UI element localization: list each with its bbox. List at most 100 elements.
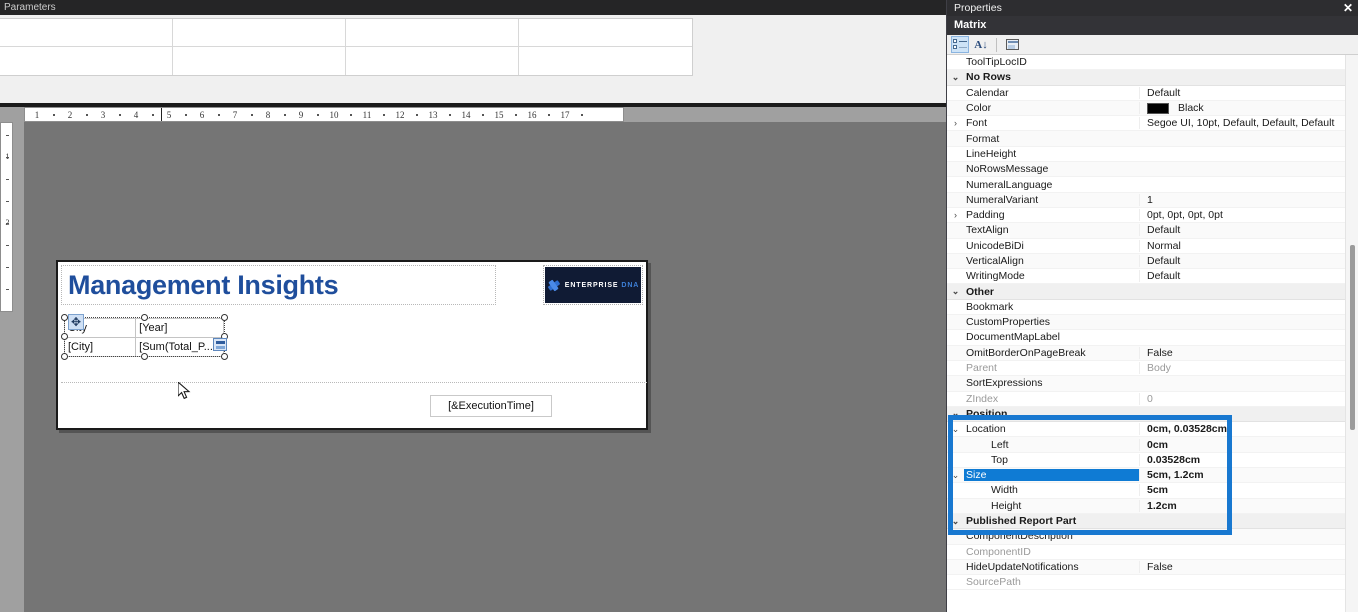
- property-value[interactable]: Normal: [1139, 239, 1358, 252]
- property-row-sortexpressions[interactable]: SortExpressions: [947, 376, 1358, 392]
- property-value[interactable]: Default: [1139, 255, 1358, 267]
- property-value[interactable]: Segoe UI, 10pt, Default, Default, Defaul…: [1139, 117, 1358, 130]
- property-row-sourcepath[interactable]: SourcePath: [947, 575, 1358, 591]
- parameter-cell[interactable]: [346, 47, 519, 75]
- expander-icon[interactable]: ⌄: [947, 424, 964, 434]
- cell-options-badge-icon[interactable]: [213, 338, 227, 351]
- property-row-color[interactable]: Color Black: [947, 100, 1358, 117]
- parameter-cell[interactable]: [519, 47, 692, 75]
- matrix-tablix[interactable]: City [Year] [City] [Sum(Total_P... ✥: [58, 312, 230, 400]
- property-value[interactable]: 5cm: [1139, 484, 1358, 497]
- parameter-cell[interactable]: [173, 19, 346, 47]
- property-row-numeralvariant[interactable]: NumeralVariant 1: [947, 192, 1358, 208]
- property-row-font[interactable]: › Font Segoe UI, 10pt, Default, Default, D…: [947, 116, 1358, 132]
- property-row-calendar[interactable]: Calendar Default: [947, 85, 1358, 101]
- resize-handle-s[interactable]: [141, 353, 148, 360]
- expander-icon[interactable]: ›: [947, 118, 964, 128]
- property-row-omitborderonpagebreak[interactable]: OmitBorderOnPageBreak False: [947, 345, 1358, 361]
- property-row-componentdescription[interactable]: ComponentDescription: [947, 529, 1358, 545]
- property-row-size[interactable]: ⌄ Size 5cm, 1.2cm: [947, 468, 1358, 484]
- property-value[interactable]: 5cm, 1.2cm: [1139, 469, 1358, 482]
- properties-scrollbar[interactable]: [1345, 55, 1358, 612]
- expander-icon[interactable]: ›: [947, 210, 964, 220]
- property-row-parent[interactable]: Parent Body: [947, 360, 1358, 377]
- property-row-unicodebidi[interactable]: UnicodeBiDi Normal: [947, 238, 1358, 254]
- property-category-position[interactable]: ⌄ Position: [947, 406, 1358, 423]
- property-value[interactable]: False: [1139, 346, 1358, 359]
- expander-icon[interactable]: ⌄: [947, 409, 964, 418]
- property-category-published-report-part[interactable]: ⌄ Published Report Part: [947, 513, 1358, 530]
- resize-handle-n[interactable]: [141, 314, 148, 321]
- matrix-move-handle-icon[interactable]: ✥: [68, 314, 84, 330]
- horizontal-ruler[interactable]: 1 2 3 4 5 6 7 8 9 10 11 12 13 14 15 16 17: [24, 107, 624, 122]
- property-value[interactable]: Black: [1139, 102, 1358, 115]
- property-value[interactable]: 0cm: [1139, 438, 1358, 451]
- property-row-zindex[interactable]: ZIndex 0: [947, 391, 1358, 407]
- parameter-cell[interactable]: [173, 47, 346, 75]
- property-value[interactable]: Default: [1139, 270, 1358, 283]
- expander-icon[interactable]: ⌄: [947, 287, 964, 296]
- property-row-padding[interactable]: › Padding 0pt, 0pt, 0pt, 0pt: [947, 207, 1358, 224]
- property-row-height[interactable]: Height 1.2cm: [947, 498, 1358, 514]
- execution-time-textbox[interactable]: [&ExecutionTime]: [430, 395, 552, 417]
- matrix-cell-rowgroup[interactable]: [City]: [63, 337, 137, 357]
- property-value[interactable]: Default: [1139, 224, 1358, 237]
- property-category-other[interactable]: ⌄ Other: [947, 284, 1358, 300]
- property-row-verticalalign[interactable]: VerticalAlign Default: [947, 253, 1358, 270]
- property-row-customproperties[interactable]: CustomProperties: [947, 315, 1358, 331]
- resize-handle-se[interactable]: [221, 353, 228, 360]
- property-row-writingmode[interactable]: WritingMode Default: [947, 269, 1358, 285]
- property-row-componentid[interactable]: ComponentID: [947, 544, 1358, 560]
- alphabetical-sort-button[interactable]: A↓: [972, 36, 990, 53]
- property-row-textalign[interactable]: TextAlign Default: [947, 223, 1358, 239]
- parameter-cell[interactable]: [346, 19, 519, 47]
- parameter-cell[interactable]: [519, 19, 692, 47]
- resize-handle-nw[interactable]: [61, 314, 68, 321]
- categorized-view-button[interactable]: [951, 36, 969, 53]
- property-row-numerallanguage[interactable]: NumeralLanguage: [947, 177, 1358, 193]
- property-row-left[interactable]: Left 0cm: [947, 437, 1358, 453]
- property-pages-button[interactable]: [1003, 36, 1021, 53]
- property-value[interactable]: 0: [1139, 392, 1358, 405]
- ruler-tick-6: 6: [199, 110, 205, 120]
- report-body-surface[interactable]: Management Insights ENTERPRISE DNA [Year…: [56, 260, 648, 430]
- property-value[interactable]: Body: [1139, 362, 1358, 375]
- vertical-ruler[interactable]: 12: [0, 122, 13, 312]
- property-value[interactable]: 0.03528cm: [1139, 453, 1358, 466]
- expander-icon[interactable]: ⌄: [947, 516, 964, 526]
- property-value[interactable]: False: [1139, 560, 1358, 573]
- report-title-textbox[interactable]: Management Insights: [61, 265, 496, 305]
- expander-icon[interactable]: ⌄: [947, 470, 964, 480]
- property-row-documentmaplabel[interactable]: DocumentMapLabel: [947, 330, 1358, 346]
- resize-handle-sw[interactable]: [61, 353, 68, 360]
- parameter-cell[interactable]: [0, 47, 173, 75]
- property-value[interactable]: 0cm, 0.03528cm: [1139, 423, 1358, 436]
- parameters-grid[interactable]: [0, 18, 693, 76]
- table-row[interactable]: City [Year]: [63, 318, 224, 338]
- matrix-grid[interactable]: City [Year] [City] [Sum(Total_P...: [63, 318, 224, 357]
- properties-list[interactable]: ToolTipLocID ⌄ No Rows Calendar Default Color…: [947, 55, 1358, 612]
- matrix-cell-data[interactable]: [Sum(Total_P...: [135, 337, 224, 357]
- resize-handle-ne[interactable]: [221, 314, 228, 321]
- resize-handle-w[interactable]: [61, 333, 68, 340]
- property-category-no-rows[interactable]: ⌄ No Rows: [947, 70, 1358, 86]
- property-row-width[interactable]: Width 5cm: [947, 483, 1358, 499]
- property-row-top[interactable]: Top 0.03528cm: [947, 452, 1358, 469]
- property-value[interactable]: 1.2cm: [1139, 499, 1358, 512]
- property-row-lineheight[interactable]: LineHeight: [947, 146, 1358, 163]
- property-row-bookmark[interactable]: Bookmark: [947, 299, 1358, 316]
- property-row-tooltiplocid[interactable]: ToolTipLocID: [947, 55, 1358, 71]
- property-row-hideupdatenotifications[interactable]: HideUpdateNotifications False: [947, 559, 1358, 576]
- close-icon[interactable]: ✕: [1343, 0, 1353, 16]
- property-value[interactable]: Default: [1139, 86, 1358, 99]
- property-value[interactable]: 1: [1139, 193, 1358, 206]
- expander-icon[interactable]: ⌄: [947, 72, 964, 82]
- property-row-location[interactable]: ⌄ Location 0cm, 0.03528cm: [947, 422, 1358, 438]
- property-row-format[interactable]: Format: [947, 131, 1358, 147]
- property-row-norowsmessage[interactable]: NoRowsMessage: [947, 162, 1358, 178]
- scrollbar-thumb[interactable]: [1350, 245, 1355, 430]
- parameter-cell[interactable]: [0, 19, 173, 47]
- property-value[interactable]: 0pt, 0pt, 0pt, 0pt: [1139, 209, 1358, 222]
- report-logo-image[interactable]: ENTERPRISE DNA: [543, 265, 643, 305]
- matrix-cell-header-col[interactable]: [Year]: [135, 318, 224, 338]
